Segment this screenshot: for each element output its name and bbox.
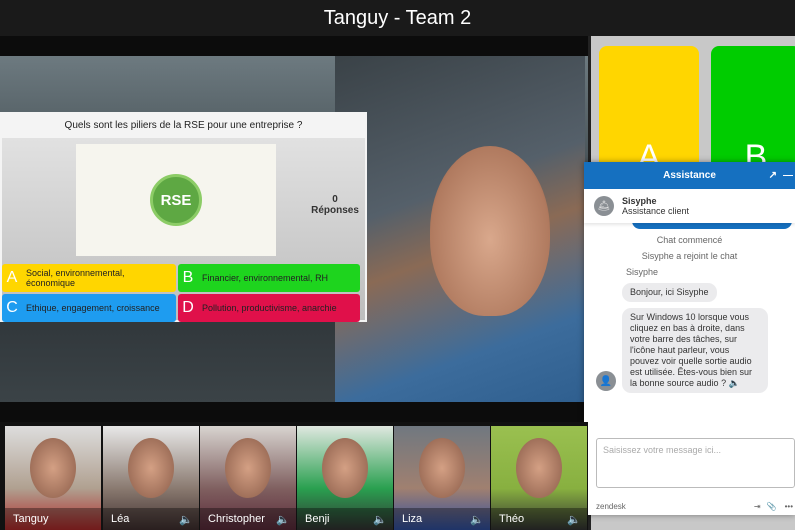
attach-icon[interactable]: 📎 xyxy=(767,502,777,511)
speaker-icon: 🔈 xyxy=(276,514,290,526)
speaker-icon: 🔈 xyxy=(567,514,581,526)
responses-counter: 0 Réponses xyxy=(302,194,368,216)
responses-count: 0 xyxy=(332,194,338,205)
participant-video xyxy=(516,438,562,498)
participant-video xyxy=(30,438,76,498)
system-message: Sisyphe a rejoint le chat xyxy=(641,251,738,261)
participant-tile[interactable]: Léa 🔈 xyxy=(103,426,199,530)
zendesk-logo: zendesk xyxy=(596,502,626,511)
participants-strip: Tanguy Léa 🔈 Christopher 🔈 Benji 🔈 Liza 🔈 Th… xyxy=(0,422,588,530)
window-title: Tanguy - Team 2 xyxy=(0,0,795,36)
bell-icon: 🛎 xyxy=(594,196,614,216)
quiz-question: Quels sont les piliers de la RSE pour un… xyxy=(2,114,365,138)
rse-logo: RSE xyxy=(150,174,202,226)
speaker-icon: 🔈 xyxy=(373,514,387,526)
tile-a[interactable]: A xyxy=(599,46,699,176)
minimize-icon[interactable]: — xyxy=(783,162,793,189)
answer-a[interactable]: A Social, environnemental, économique xyxy=(2,264,176,292)
speaker-icon: 🔈 xyxy=(179,514,193,526)
quiz-card: Quels sont les piliers de la RSE pour un… xyxy=(0,112,367,322)
participant-video xyxy=(322,438,368,498)
answer-letter: C xyxy=(6,299,18,316)
chat-title: Assistance xyxy=(663,170,716,181)
chat-header: Assistance ↗ — xyxy=(584,162,795,189)
speaker-video xyxy=(335,56,585,402)
participant-tile[interactable]: Théo 🔈 xyxy=(491,426,587,530)
popout-icon[interactable]: ↗ xyxy=(769,162,777,189)
participant-video xyxy=(225,438,271,498)
answer-text: Ethique, engagement, croissance xyxy=(26,303,160,313)
responses-label: Réponses xyxy=(311,205,359,216)
agent-role: Assistance client xyxy=(622,206,690,216)
answer-d[interactable]: D Pollution, productivisme, anarchie xyxy=(178,294,360,322)
speaker-icon: 🔈 xyxy=(470,514,484,526)
participant-tile[interactable]: Tanguy xyxy=(5,426,101,530)
speaker-face xyxy=(430,146,550,316)
end-chat-icon[interactable]: ⇥ xyxy=(754,502,761,511)
participant-tile[interactable]: Liza 🔈 xyxy=(394,426,490,530)
system-message: Chat commencé xyxy=(656,235,723,245)
answer-letter: A xyxy=(6,269,18,286)
more-icon[interactable]: ••• xyxy=(785,502,793,511)
chat-widget: Assistance ↗ — 🛎 Sisyphe Assistance client … xyxy=(584,162,795,515)
participant-name: Tanguy xyxy=(5,508,101,530)
answer-letter: B xyxy=(182,269,194,286)
answer-letter: D xyxy=(182,299,194,316)
chat-message: Bonjour, ici Sisyphe xyxy=(622,283,717,302)
answer-text: Financier, environnemental, RH xyxy=(202,273,329,283)
main-video: Quels sont les piliers de la RSE pour un… xyxy=(0,36,588,422)
agent-info: 🛎 Sisyphe Assistance client xyxy=(584,189,795,223)
agent-name: Sisyphe xyxy=(622,196,657,206)
participant-tile[interactable]: Benji 🔈 xyxy=(297,426,393,530)
previous-user-message xyxy=(632,223,792,229)
answer-text: Pollution, productivisme, anarchie xyxy=(202,303,337,313)
participant-video xyxy=(419,438,465,498)
agent-avatar-icon: 👤 xyxy=(596,371,616,391)
message-list[interactable]: Chat commencé Sisyphe a rejoint le chat … xyxy=(584,223,795,423)
participant-video xyxy=(128,438,174,498)
message-input[interactable]: Saisissez votre message ici... xyxy=(596,438,795,488)
tile-b[interactable]: B xyxy=(711,46,795,176)
answer-text: Social, environnemental, économique xyxy=(25,268,125,288)
quiz-image: RSE xyxy=(76,144,276,256)
participant-tile[interactable]: Christopher 🔈 xyxy=(200,426,296,530)
answer-c[interactable]: C Ethique, engagement, croissance xyxy=(2,294,176,322)
sender-name: Sisyphe xyxy=(626,267,659,277)
chat-message: Sur Windows 10 lorsque vous cliquez en b… xyxy=(622,308,768,393)
answer-b[interactable]: B Financier, environnemental, RH xyxy=(178,264,360,292)
